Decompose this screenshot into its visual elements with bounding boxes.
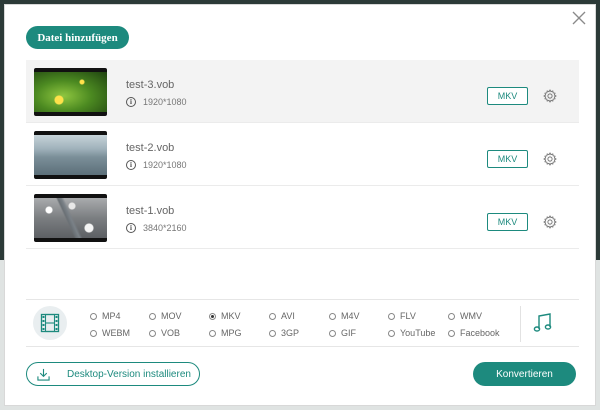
format-option-wmv[interactable]: WMV [448,311,482,321]
info-icon: i [126,160,136,170]
file-row[interactable]: test-3.vob i 1920*1080 MKV [26,60,579,123]
close-icon[interactable] [571,10,587,26]
film-icon [40,313,60,333]
file-info: i 1920*1080 [126,97,187,107]
output-format-button[interactable]: MKV [487,87,528,105]
convert-button[interactable]: Konvertieren [473,362,576,386]
gear-icon[interactable] [543,89,557,103]
output-format-button[interactable]: MKV [487,213,528,231]
video-thumbnail [34,131,107,179]
info-icon: i [126,223,136,233]
format-option-mp4[interactable]: MP4 [90,311,121,321]
format-option-vob[interactable]: VOB [149,328,180,338]
file-resolution: 1920*1080 [143,97,187,107]
format-option-webm[interactable]: WEBM [90,328,130,338]
file-list: test-3.vob i 1920*1080 MKV test-2.vob i … [26,60,579,249]
format-option-mkv[interactable]: MKV [209,311,241,321]
gear-icon[interactable] [543,152,557,166]
download-icon [37,368,50,381]
file-row[interactable]: test-1.vob i 3840*2160 MKV [26,186,579,249]
music-note-icon[interactable] [532,312,554,334]
format-options: MP4 MOV MKV AVI M4V FLV WMV WEBM VOB MPG… [86,308,516,342]
file-name: test-3.vob [126,79,175,91]
video-thumbnail [34,194,107,242]
video-tab[interactable] [33,306,67,340]
info-icon: i [126,97,136,107]
format-option-youtube[interactable]: YouTube [388,328,435,338]
install-desktop-button[interactable]: Desktop-Version installieren [26,362,200,386]
format-option-gif[interactable]: GIF [329,328,356,338]
file-resolution: 3840*2160 [143,223,187,233]
gear-icon[interactable] [543,215,557,229]
format-option-flv[interactable]: FLV [388,311,416,321]
format-option-avi[interactable]: AVI [269,311,295,321]
file-info: i 1920*1080 [126,160,187,170]
file-resolution: 1920*1080 [143,160,187,170]
format-option-facebook[interactable]: Facebook [448,328,500,338]
install-desktop-label: Desktop-Version installieren [67,368,191,380]
file-name: test-1.vob [126,205,175,217]
format-option-mov[interactable]: MOV [149,311,182,321]
format-selector: MP4 MOV MKV AVI M4V FLV WMV WEBM VOB MPG… [26,299,579,347]
add-file-button[interactable]: Datei hinzufügen [26,26,129,49]
divider [520,306,521,342]
output-format-button[interactable]: MKV [487,150,528,168]
converter-dialog: Datei hinzufügen test-3.vob i 1920*1080 … [4,4,596,406]
video-thumbnail [34,68,107,116]
file-info: i 3840*2160 [126,223,187,233]
format-option-3gp[interactable]: 3GP [269,328,299,338]
format-option-mpg[interactable]: MPG [209,328,242,338]
file-name: test-2.vob [126,142,175,154]
file-row[interactable]: test-2.vob i 1920*1080 MKV [26,123,579,186]
format-option-m4v[interactable]: M4V [329,311,360,321]
